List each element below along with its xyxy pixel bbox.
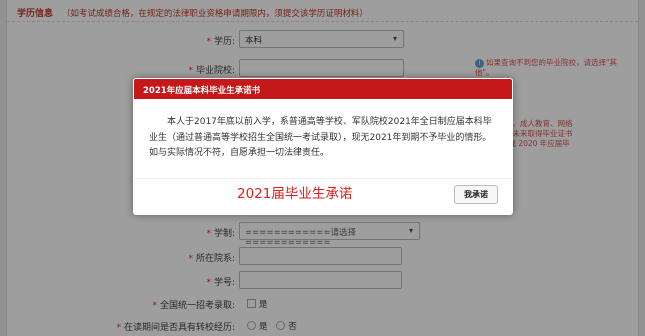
modal-caption: 2021届毕业生承诺 bbox=[237, 186, 353, 202]
pledge-modal: 2021年应届本科毕业生承诺书 本人于2017年底以前入学，系普通高等学校、军队… bbox=[133, 78, 513, 215]
modal-title: 2021年应届本科毕业生承诺书 bbox=[134, 79, 512, 99]
modal-body: 本人于2017年底以前入学，系普通高等学校、军队院校2021年全日制应届本科毕业… bbox=[149, 117, 492, 158]
modal-divider bbox=[134, 178, 512, 179]
pledge-button[interactable]: 我承诺 bbox=[454, 185, 498, 204]
